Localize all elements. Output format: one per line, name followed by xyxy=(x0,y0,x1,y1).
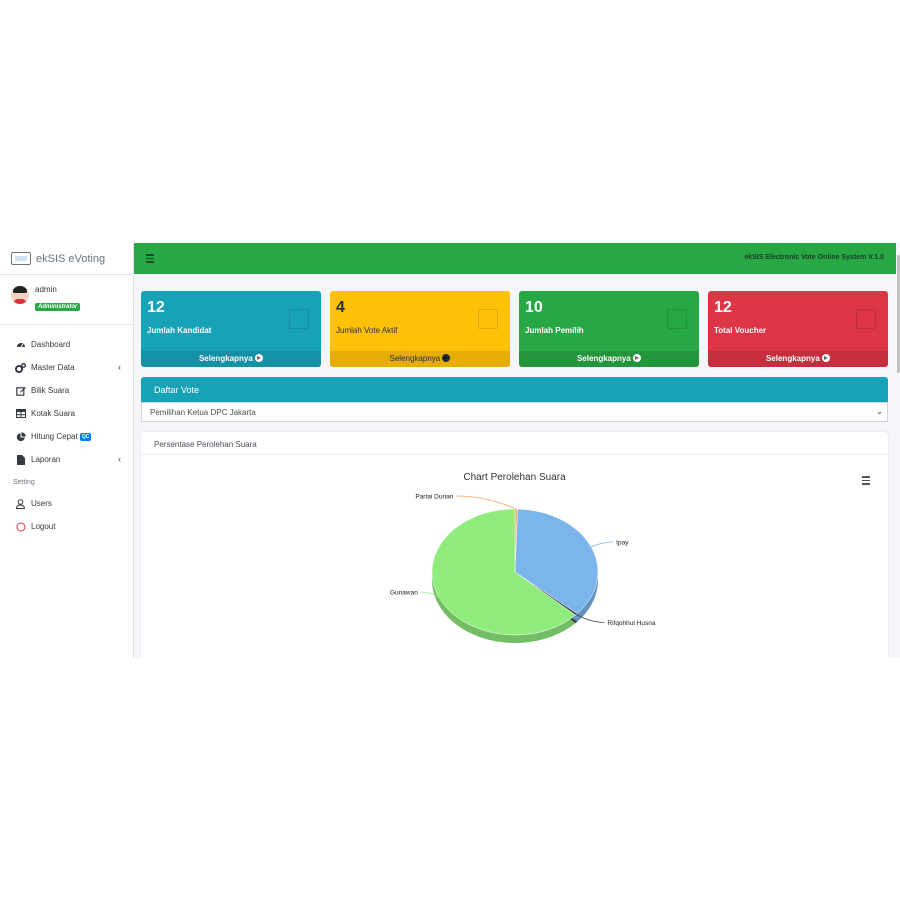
user-panel: admin Administrator xyxy=(0,275,133,325)
box-icon xyxy=(856,309,876,329)
stat-label: Jumlah Vote Aktif xyxy=(336,326,398,335)
stat-box-pemilih: 10 Jumlah Pemilih Selengkapnya xyxy=(519,291,699,367)
pie-label: Ipay xyxy=(616,539,629,546)
sidebar-item-master-data[interactable]: Master Data ‹ xyxy=(0,356,133,379)
brand-name: ekSIS eVoting xyxy=(36,252,106,265)
setting-header: Setting xyxy=(13,479,35,486)
sidebar-item-logout[interactable]: Logout xyxy=(0,515,133,538)
table-icon xyxy=(15,409,26,419)
topbar: ekSIS Electronic Vote Online System V.1.… xyxy=(134,243,896,274)
stat-value: 12 xyxy=(147,299,165,316)
daftar-vote-title: Daftar Vote xyxy=(154,385,200,395)
more-info-link[interactable]: Selengkapnya xyxy=(330,351,510,367)
avatar xyxy=(11,286,29,304)
qc-badge: QC xyxy=(79,432,92,441)
stat-label: Jumlah Kandidat xyxy=(147,326,212,335)
box-icon xyxy=(667,309,687,329)
vote-select-value: Pemilihan Ketua DPC Jakarta xyxy=(150,408,256,417)
chart-card: Persentase Perolehan Suara Chart Peroleh… xyxy=(141,432,888,658)
main-content: ekSIS Electronic Vote Online System V.1.… xyxy=(134,243,900,658)
vote-select[interactable]: Pemilihan Ketua DPC Jakarta ⌄ xyxy=(141,402,888,422)
app-title: ekSIS Electronic Vote Online System V.1.… xyxy=(744,254,884,261)
dashboard-icon xyxy=(15,340,26,350)
file-icon xyxy=(15,454,26,465)
sidebar-item-label: Users xyxy=(31,499,52,508)
pie-connector xyxy=(456,495,517,510)
brand[interactable]: ekSIS eVoting xyxy=(0,243,133,275)
arrow-circle-right-icon xyxy=(822,354,831,362)
more-info-link[interactable]: Selengkapnya xyxy=(141,351,321,367)
more-info-link[interactable]: Selengkapnya xyxy=(519,351,699,367)
box-icon xyxy=(478,309,498,329)
more-info-label: Selengkapnya xyxy=(389,354,441,363)
sidebar: ekSIS eVoting admin Administrator Dashbo… xyxy=(0,243,134,658)
arrow-circle-right-icon xyxy=(255,354,264,362)
sidebar-item-kotak-suara[interactable]: Kotak Suara xyxy=(0,402,133,425)
stat-box-voucher: 12 Total Voucher Selengkapnya xyxy=(708,291,888,367)
sidebar-item-label: Kotak Suara xyxy=(31,409,76,418)
chevron-left-icon: ‹ xyxy=(118,454,121,464)
more-info-label: Selengkapnya xyxy=(576,354,631,363)
chevron-left-icon: ‹ xyxy=(118,362,121,372)
sidebar-item-laporan[interactable]: Laporan ‹ xyxy=(0,448,133,471)
more-info-label: Selengkapnya xyxy=(765,354,820,363)
box-icon xyxy=(289,309,309,329)
arrow-circle-right-icon xyxy=(442,354,451,362)
stat-box-vote-aktif: 4 Jumlah Vote Aktif Selengkapnya xyxy=(330,291,510,367)
chevron-down-icon: ⌄ xyxy=(876,407,883,416)
sidebar-nav: Dashboard Master Data ‹ Bilik Suara Kota… xyxy=(0,325,133,538)
stat-value: 12 xyxy=(714,299,732,316)
power-icon xyxy=(15,522,26,532)
stat-value: 10 xyxy=(525,299,543,316)
user-name[interactable]: admin xyxy=(35,285,80,295)
role-badge: Administrator xyxy=(35,303,81,311)
brand-logo-icon xyxy=(11,252,31,265)
daftar-vote-header: Daftar Vote xyxy=(141,377,888,402)
stat-value: 4 xyxy=(336,299,345,316)
pie-chart: Partai Durian Ipay Rifqohhul Husna Gunawan xyxy=(390,494,656,643)
stat-label: Total Voucher xyxy=(714,326,767,335)
sidebar-item-label: Hitung Cepat xyxy=(31,432,78,441)
stat-label: Jumlah Pemilih xyxy=(525,326,584,335)
stat-box-kandidat: 12 Jumlah Kandidat Selengkapnya xyxy=(141,291,321,367)
sidebar-item-hitung-cepat[interactable]: Hitung Cepat QC xyxy=(0,425,133,448)
user-icon xyxy=(15,498,26,509)
sidebar-item-label: Logout xyxy=(31,522,56,531)
sidebar-item-label: Dashboard xyxy=(31,340,71,349)
sidebar-item-label: Laporan xyxy=(31,455,61,464)
pie-label: Rifqohhul Husna xyxy=(607,620,655,627)
sidebar-item-dashboard[interactable]: Dashboard xyxy=(0,333,133,356)
more-info-link[interactable]: Selengkapnya xyxy=(708,351,888,367)
arrow-circle-right-icon xyxy=(633,354,642,362)
gears-icon xyxy=(15,362,26,373)
menu-toggle-icon[interactable] xyxy=(146,254,154,265)
sidebar-item-label: Bilik Suara xyxy=(31,386,70,395)
more-info-label: Selengkapnya xyxy=(198,354,253,363)
sidebar-item-bilik-suara[interactable]: Bilik Suara xyxy=(0,379,133,402)
pie-chart-icon xyxy=(15,431,26,442)
pie-label: Gunawan xyxy=(390,590,418,597)
edit-icon xyxy=(15,386,26,396)
pie-connector xyxy=(591,541,614,548)
pie-label: Partai Durian xyxy=(415,494,453,501)
sidebar-item-label: Master Data xyxy=(31,363,75,372)
sidebar-item-users[interactable]: Users xyxy=(0,492,133,515)
